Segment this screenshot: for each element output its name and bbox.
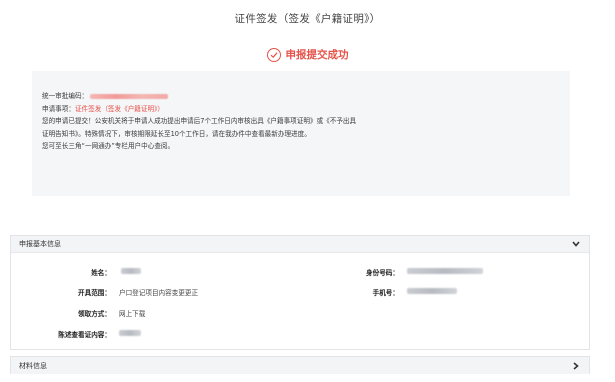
approval-no-label: 统一审批编码：	[42, 92, 89, 100]
status-text: 申报提交成功	[285, 49, 349, 61]
content-value	[119, 330, 141, 336]
name-label: 姓名：	[91, 269, 111, 277]
chevron-down-icon[interactable]	[571, 239, 581, 249]
content-label: 陈述查看证内容：	[58, 331, 111, 339]
phone-label: 手机号：	[372, 289, 399, 297]
basic-info-title: 申报基本信息	[19, 240, 61, 248]
scope-label: 开具范围：	[78, 289, 111, 297]
item-label: 申请事项：	[42, 104, 75, 113]
material-info-header[interactable]: 材料信息	[11, 357, 589, 374]
basic-info-header[interactable]: 申报基本信息	[11, 236, 589, 253]
basic-info-panel: 申报基本信息 姓名： 身份号码： 开具范围： 户口登记项目内容变更更正 手机号：…	[10, 235, 590, 350]
notice-box: 统一审批编码： 申请事项：证件签发（签发《户籍证明》） 您的申请已提交！公安机关…	[32, 71, 570, 196]
material-info-panel: 材料信息	[10, 356, 590, 374]
approval-no-row: 统一审批编码：	[42, 90, 570, 103]
id-number-label: 身份号码：	[366, 269, 399, 277]
id-number-value	[407, 268, 483, 274]
method-value: 网上下载	[119, 310, 146, 318]
scope-value: 户口登记项目内容变更更正	[119, 289, 199, 297]
chevron-right-icon[interactable]	[571, 361, 581, 371]
name-value	[121, 268, 141, 274]
item-row: 申请事项：证件签发（签发《户籍证明》）	[42, 103, 570, 116]
method-label: 领取方式：	[78, 310, 111, 318]
approval-no-value	[90, 93, 169, 99]
notice-line-3: 您可至长三角“一网通办”专栏用户中心查阅。	[42, 142, 175, 151]
page-title: 证件签发（签发《户籍证明》）	[234, 13, 381, 25]
notice-line-1: 您的申请已提交！公安机关将于申请人成功提出申请后7个工作日内审核出具《户籍事项证…	[42, 117, 357, 126]
phone-value	[407, 288, 457, 294]
material-info-title: 材料信息	[19, 361, 47, 370]
item-value: 证件签发（签发《户籍证明》）	[74, 104, 164, 113]
submit-status: 申报提交成功	[0, 47, 615, 62]
check-circle-icon	[266, 47, 281, 62]
notice-line-2: 证明告知书》。特殊情况下，审核期限延长至10个工作日，请在我办件中查看最新办理进…	[42, 129, 311, 138]
